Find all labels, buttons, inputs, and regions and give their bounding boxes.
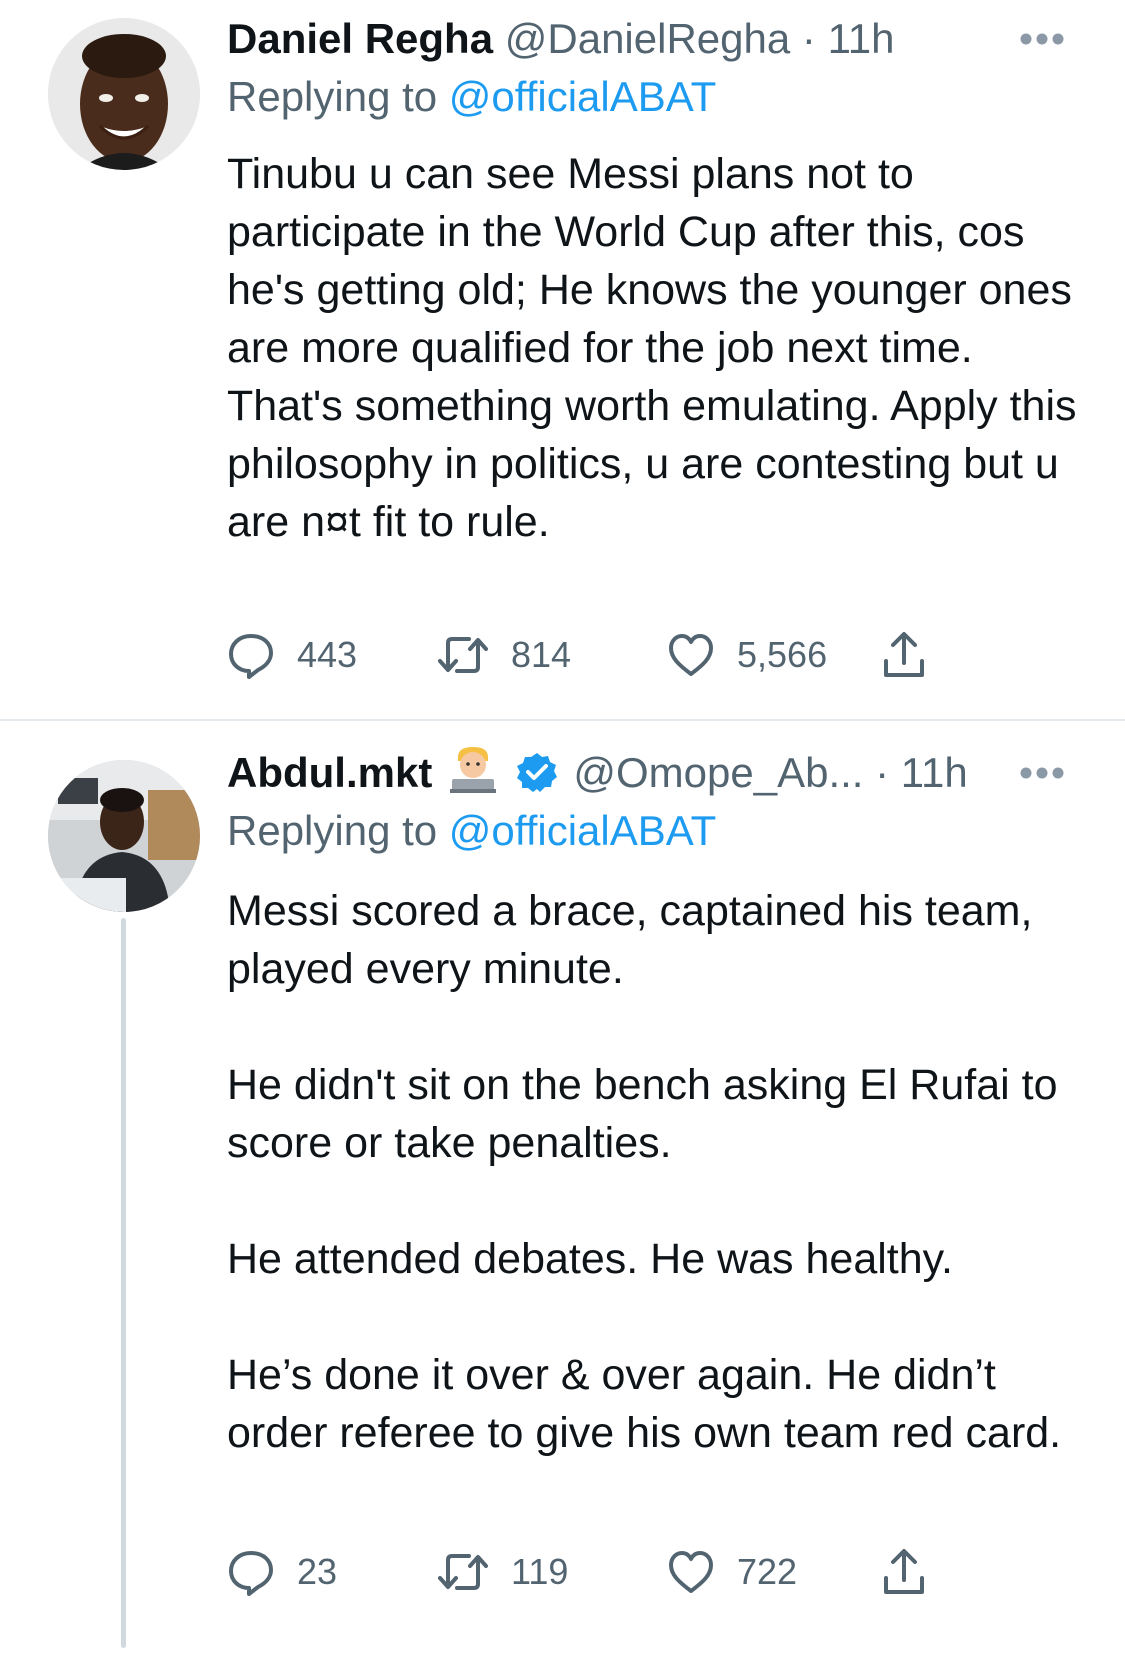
tweet-paragraph: He’s done it over & over again. He didn’… xyxy=(227,1351,1062,1457)
reply-button[interactable]: 443 xyxy=(227,625,357,685)
retweet-count: 119 xyxy=(511,1551,569,1592)
retweet-icon xyxy=(438,1554,488,1590)
tweet-text: Messi scored a brace, captained his team… xyxy=(227,882,1077,1462)
tweet-daniel-regha[interactable]: Daniel Regha @DanielRegha · 11h Replying… xyxy=(0,0,1125,720)
action-bar: 23 119 722 xyxy=(227,1542,1027,1602)
heart-icon xyxy=(669,1551,713,1593)
display-name[interactable]: Abdul.mkt xyxy=(227,749,432,796)
timestamp[interactable]: 11h xyxy=(901,749,968,796)
replying-to-label: Replying to xyxy=(227,807,438,854)
retweet-button[interactable]: 814 xyxy=(437,625,571,685)
display-name[interactable]: Daniel Regha xyxy=(227,15,493,62)
replying-to-mention[interactable]: @officialABAT xyxy=(449,807,717,854)
tweet-header: Daniel Regha @DanielRegha · 11h xyxy=(227,10,895,68)
reply-count: 23 xyxy=(297,1551,338,1592)
time-separator: · xyxy=(875,749,890,796)
replying-to-label: Replying to xyxy=(227,73,438,120)
more-options-icon[interactable] xyxy=(1019,766,1065,780)
reply-count: 443 xyxy=(297,634,358,675)
thread-line xyxy=(121,918,126,1648)
like-count: 5,566 xyxy=(737,634,828,675)
retweet-icon xyxy=(438,637,488,673)
tweet-divider xyxy=(0,719,1125,721)
technologist-emoji-icon xyxy=(450,745,496,808)
share-icon xyxy=(884,632,924,677)
heart-icon xyxy=(669,634,713,676)
avatar-photo-icon xyxy=(48,760,200,912)
timestamp[interactable]: 11h xyxy=(828,15,895,62)
share-button[interactable] xyxy=(882,1542,926,1602)
time-separator: · xyxy=(801,15,816,62)
tweet-paragraph: He didn't sit on the bench asking El Ruf… xyxy=(227,1061,1058,1167)
replying-to-mention[interactable]: @officialABAT xyxy=(449,73,717,120)
tweet-paragraph: Tinubu u can see Messi plans not to part… xyxy=(227,150,1077,546)
retweet-button[interactable]: 119 xyxy=(437,1542,568,1602)
share-button[interactable] xyxy=(882,625,926,685)
like-button[interactable]: 5,566 xyxy=(667,625,827,685)
replying-to: Replying to @officialABAT xyxy=(227,802,716,860)
tweet-text: Tinubu u can see Messi plans not to part… xyxy=(227,145,1077,551)
verified-badge-icon xyxy=(516,750,558,808)
user-handle[interactable]: @DanielRegha xyxy=(505,15,790,62)
like-count: 722 xyxy=(737,1551,798,1592)
action-bar: 443 814 5,566 xyxy=(227,625,1027,685)
replying-to: Replying to @officialABAT xyxy=(227,68,716,126)
reply-button[interactable]: 23 xyxy=(227,1542,337,1602)
user-handle[interactable]: @Omope_Ab... xyxy=(573,749,863,796)
tweet-abdul-mkt[interactable]: Abdul.mkt @Omope_Ab... · 11h Replying to… xyxy=(0,722,1125,1676)
retweet-count: 814 xyxy=(511,634,572,675)
tweet-paragraph: He attended debates. He was healthy. xyxy=(227,1235,953,1283)
share-icon xyxy=(884,1549,924,1594)
like-button[interactable]: 722 xyxy=(667,1542,797,1602)
avatar[interactable] xyxy=(48,18,200,170)
reply-icon xyxy=(229,1551,273,1596)
avatar-photo-icon xyxy=(48,18,200,170)
avatar[interactable] xyxy=(48,760,200,912)
more-options-icon[interactable] xyxy=(1019,32,1065,46)
reply-icon xyxy=(229,634,273,679)
tweet-paragraph: Messi scored a brace, captained his team… xyxy=(227,887,1033,993)
tweet-header: Abdul.mkt @Omope_Ab... · 11h xyxy=(227,744,968,802)
